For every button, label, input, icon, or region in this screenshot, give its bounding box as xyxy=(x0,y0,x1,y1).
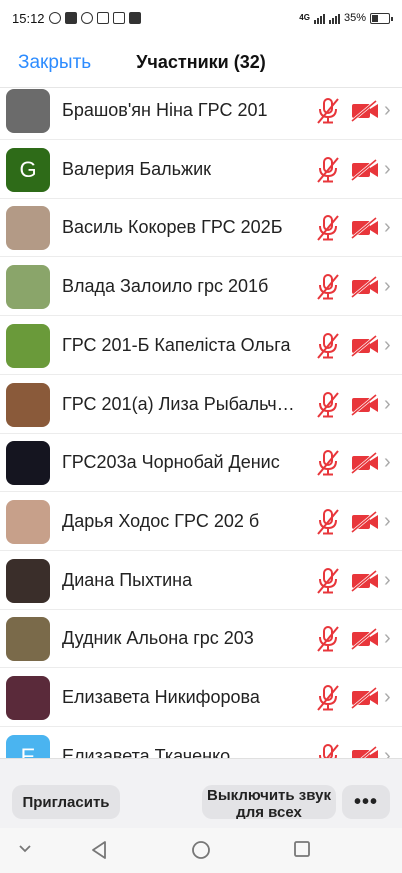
participant-row[interactable]: Влада Залоило грс 201б › xyxy=(0,258,402,316)
video-notification-icon xyxy=(64,12,77,24)
network-type: 4G xyxy=(299,13,310,22)
mic-muted-icon[interactable] xyxy=(316,332,340,360)
camera-off-icon[interactable] xyxy=(350,275,380,299)
participant-row[interactable]: ГРС203а Чорнобай Денис › xyxy=(0,434,402,492)
mic-muted-icon[interactable] xyxy=(316,743,340,759)
participant-avatar xyxy=(6,616,50,661)
youtube-icon xyxy=(128,12,141,24)
participant-row[interactable]: ГРС 201-Б Капеліста Ольга › xyxy=(0,317,402,375)
chevron-right-icon: › xyxy=(384,275,391,297)
battery-icon xyxy=(370,12,393,24)
participant-avatar: G xyxy=(6,147,50,192)
chevron-right-icon: › xyxy=(384,334,391,356)
participant-name: Брашов'ян Ніна ГРС 201 xyxy=(62,100,268,120)
chevron-right-icon: › xyxy=(384,216,391,238)
participant-row[interactable]: Диана Пыхтина › xyxy=(0,552,402,610)
participant-name: Василь Кокорев ГРС 202Б xyxy=(62,217,283,237)
camera-off-icon[interactable] xyxy=(350,569,380,593)
instagram-icon xyxy=(48,12,61,24)
status-time: 15:12 xyxy=(12,10,45,26)
participant-avatar xyxy=(6,323,50,368)
camera-off-icon[interactable] xyxy=(350,745,380,759)
chevron-right-icon: › xyxy=(384,393,391,415)
gallery-icon xyxy=(96,12,109,24)
back-icon[interactable] xyxy=(90,840,108,860)
participant-name: Дарья Ходос ГРС 202 б xyxy=(62,511,260,531)
mic-muted-icon[interactable] xyxy=(316,156,340,184)
chevron-right-icon: › xyxy=(384,158,391,180)
mic-muted-icon[interactable] xyxy=(316,214,340,242)
status-right: 4G 35% xyxy=(299,12,393,24)
mic-muted-icon[interactable] xyxy=(316,391,340,419)
camera-off-icon[interactable] xyxy=(350,99,380,123)
participant-name: ГРС 201(а) Лиза Рыбальченко xyxy=(62,394,302,414)
participant-avatar xyxy=(6,88,50,133)
participant-name: Елизавета Никифорова xyxy=(62,687,260,707)
signal-icon xyxy=(313,12,325,24)
participant-name: Елизавета Ткаченко xyxy=(62,746,231,758)
participant-row[interactable]: G Валерия Бальжик › xyxy=(0,141,402,199)
camera-off-icon[interactable] xyxy=(350,686,380,710)
participant-avatar xyxy=(6,675,50,720)
mic-muted-icon[interactable] xyxy=(316,625,340,653)
app-notification-icon xyxy=(112,12,125,24)
mic-muted-icon[interactable] xyxy=(316,449,340,477)
camera-off-icon[interactable] xyxy=(350,393,380,417)
participant-avatar: Е xyxy=(6,734,50,758)
participant-name: ГРС 201-Б Капеліста Ольга xyxy=(62,335,291,355)
participant-row[interactable]: ГРС 201(а) Лиза Рыбальченко › xyxy=(0,376,402,434)
invite-button[interactable]: Пригласить xyxy=(12,785,120,819)
participant-avatar xyxy=(6,264,50,309)
recents-icon[interactable] xyxy=(293,840,311,858)
participant-name: ГРС203а Чорнобай Денис xyxy=(62,452,280,472)
chevron-right-icon: › xyxy=(384,99,391,121)
participant-row[interactable]: Дарья Ходос ГРС 202 б › xyxy=(0,493,402,551)
participant-avatar xyxy=(6,382,50,427)
participant-name: Валерия Бальжик xyxy=(62,159,212,179)
participant-row[interactable]: Брашов'ян Ніна ГРС 201 › xyxy=(0,82,402,140)
chevron-right-icon: › xyxy=(384,627,391,649)
android-nav-bar xyxy=(0,828,402,873)
mic-muted-icon[interactable] xyxy=(316,508,340,536)
mic-muted-icon[interactable] xyxy=(316,273,340,301)
camera-off-icon[interactable] xyxy=(350,216,380,240)
participant-row[interactable]: Дудник Альона грс 203 › xyxy=(0,610,402,668)
mic-muted-icon[interactable] xyxy=(316,567,340,595)
participant-avatar xyxy=(6,205,50,250)
chevron-right-icon: › xyxy=(384,686,391,708)
participant-name: Дудник Альона грс 203 xyxy=(62,628,254,648)
chevron-right-icon: › xyxy=(384,510,391,532)
participant-name: Диана Пыхтина xyxy=(62,570,193,590)
battery-percent: 35% xyxy=(343,12,366,24)
participant-list[interactable]: Брашов'ян Ніна ГРС 201 › G Валерия Бальжик ›… xyxy=(0,82,402,758)
chevron-right-icon: › xyxy=(384,451,391,473)
participant-avatar xyxy=(6,499,50,544)
participant-avatar xyxy=(6,440,50,485)
bottom-action-bar: Пригласить Выключить звук для всех ••• xyxy=(0,758,402,828)
camera-off-icon[interactable] xyxy=(350,510,380,534)
camera-off-icon[interactable] xyxy=(350,158,380,182)
participant-row[interactable]: Василь Кокорев ГРС 202Б › xyxy=(0,199,402,257)
participant-row[interactable]: Е Елизавета Ткаченко › xyxy=(0,728,402,758)
camera-off-icon[interactable] xyxy=(350,334,380,358)
camera-off-icon[interactable] xyxy=(350,451,380,475)
chevron-down-icon[interactable] xyxy=(18,844,32,854)
header: Закрыть Участники (32) xyxy=(0,36,402,88)
camera-off-icon[interactable] xyxy=(350,627,380,651)
page-title: Участники (32) xyxy=(136,52,266,72)
viber-icon xyxy=(80,12,93,24)
mic-muted-icon[interactable] xyxy=(316,97,340,125)
mic-muted-icon[interactable] xyxy=(316,684,340,712)
status-left: 15:12 xyxy=(12,11,141,26)
chevron-right-icon: › xyxy=(384,569,391,591)
more-options-button[interactable]: ••• xyxy=(342,785,390,819)
participant-avatar xyxy=(6,558,50,603)
status-bar: 15:12 4G 35% xyxy=(0,0,402,36)
mute-all-button[interactable]: Выключить звук для всех xyxy=(202,785,336,819)
participant-name: Влада Залоило грс 201б xyxy=(62,276,269,296)
signal-2-icon xyxy=(328,12,340,24)
participant-row[interactable]: Елизавета Никифорова › xyxy=(0,669,402,727)
chevron-right-icon: › xyxy=(384,745,391,758)
home-icon[interactable] xyxy=(191,840,211,860)
